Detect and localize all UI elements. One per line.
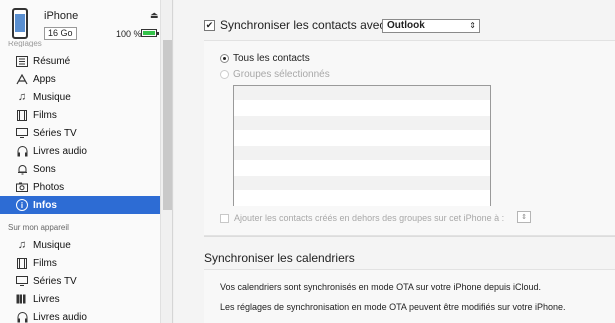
- sidebar-item-device-series-tv[interactable]: Séries TV: [0, 272, 160, 290]
- sidebar-scrollbar[interactable]: [160, 0, 172, 323]
- on-device-heading: Sur mon appareil: [8, 223, 69, 232]
- film-icon: [16, 257, 28, 269]
- camera-icon: [16, 181, 28, 193]
- list-item: [234, 131, 490, 146]
- sidebar-item-musique[interactable]: ♫ Musique: [0, 88, 160, 106]
- sidebar-item-device-livres-audio[interactable]: Livres audio: [0, 308, 160, 323]
- scrollbar-thumb[interactable]: [163, 40, 172, 210]
- battery-percent: 100 %: [116, 29, 142, 39]
- list-item: [234, 101, 490, 116]
- add-contacts-row: Ajouter les contacts créés en dehors des…: [220, 213, 504, 223]
- radio-selected-groups-label: Groupes sélectionnés: [233, 69, 330, 80]
- sidebar: iPhone ⏏ 16 Go 100 % Réglages Résumé App…: [0, 0, 173, 323]
- radio-all-contacts-label: Tous les contacts: [233, 53, 310, 64]
- list-item: [234, 161, 490, 176]
- battery-fill: [143, 31, 155, 35]
- sidebar-item-label: Photos: [33, 181, 65, 193]
- music-icon: ♫: [17, 91, 27, 103]
- sync-contacts-label: Synchroniser les contacts avec: [220, 18, 386, 32]
- audiobook-icon: [16, 311, 28, 323]
- apps-icon: [16, 73, 28, 85]
- calendars-section-title: Synchroniser les calendriers: [204, 251, 355, 265]
- sidebar-item-label: Livres audio: [33, 145, 87, 157]
- sync-contacts-row: ✔ Synchroniser les contacts avec: [204, 18, 385, 32]
- add-contacts-label: Ajouter les contacts créés en dehors des…: [234, 213, 505, 223]
- tv-icon: [16, 275, 28, 287]
- radio-selected-groups-row[interactable]: Groupes sélectionnés: [220, 69, 330, 80]
- iphone-icon: [12, 8, 28, 39]
- sidebar-item-sons[interactable]: Sons: [0, 160, 160, 178]
- eject-icon[interactable]: ⏏: [150, 10, 159, 21]
- sidebar-item-device-films[interactable]: Films: [0, 254, 160, 272]
- contacts-source-select[interactable]: Outlook ⇕: [382, 19, 480, 33]
- sidebar-item-apps[interactable]: Apps: [0, 70, 160, 88]
- battery-icon: [141, 29, 159, 37]
- sidebar-item-label: Apps: [33, 73, 56, 85]
- contacts-options-panel: Tous les contacts Groupes sélectionnés A…: [204, 40, 615, 236]
- on-device-nav: ♫ Musique Films Séries TV Livres Livres …: [0, 236, 160, 323]
- sidebar-item-films[interactable]: Films: [0, 106, 160, 124]
- sidebar-item-label: Séries TV: [33, 127, 77, 139]
- groups-list[interactable]: [233, 85, 491, 206]
- sidebar-item-label: Résumé: [33, 55, 71, 67]
- settings-nav: Résumé Apps ♫ Musique Films Séries TV Li…: [0, 52, 160, 214]
- sidebar-item-label: Livres audio: [33, 311, 87, 323]
- sidebar-item-label: Films: [33, 109, 57, 121]
- film-icon: [16, 109, 28, 121]
- sidebar-item-label: Films: [33, 257, 57, 269]
- tv-icon: [16, 127, 28, 139]
- sidebar-item-infos[interactable]: i Infos: [0, 196, 160, 214]
- capacity-badge: 16 Go: [44, 27, 77, 40]
- radio-selected-groups[interactable]: [220, 70, 229, 79]
- add-contacts-checkbox[interactable]: [220, 213, 229, 223]
- book-icon: [16, 293, 28, 305]
- list-item: [234, 86, 490, 101]
- radio-all-contacts[interactable]: [220, 54, 229, 63]
- radio-all-contacts-row[interactable]: Tous les contacts: [220, 53, 310, 64]
- sidebar-item-photos[interactable]: Photos: [0, 178, 160, 196]
- device-header[interactable]: iPhone ⏏ 16 Go 100 %: [0, 0, 160, 44]
- list-item: [234, 116, 490, 131]
- calendars-info-line-2: Les réglages de synchronisation en mode …: [220, 302, 566, 312]
- sidebar-item-label: Livres: [33, 293, 60, 305]
- sidebar-item-label: Séries TV: [33, 275, 77, 287]
- sidebar-item-series-tv[interactable]: Séries TV: [0, 124, 160, 142]
- sidebar-item-resume[interactable]: Résumé: [0, 52, 160, 70]
- list-item: [234, 191, 490, 206]
- calendars-panel: Vos calendriers sont synchronisés en mod…: [204, 269, 615, 323]
- info-icon: i: [16, 199, 28, 211]
- summary-icon: [16, 55, 28, 67]
- section-divider: [204, 236, 615, 237]
- sidebar-item-livres-audio[interactable]: Livres audio: [0, 142, 160, 160]
- sidebar-item-label: Musique: [33, 91, 71, 103]
- sidebar-item-label: Infos: [33, 199, 57, 211]
- audiobook-icon: [16, 145, 28, 157]
- contacts-source-value: Outlook: [387, 20, 425, 31]
- device-name: iPhone: [44, 10, 79, 22]
- sync-contacts-checkbox[interactable]: ✔: [204, 19, 215, 31]
- chevron-down-icon: ⇕: [469, 21, 476, 30]
- list-item: [234, 176, 490, 191]
- sidebar-item-device-musique[interactable]: ♫ Musique: [0, 236, 160, 254]
- bell-icon: [16, 163, 28, 175]
- list-item: [234, 146, 490, 161]
- music-icon: ♫: [17, 239, 27, 251]
- sidebar-item-label: Sons: [33, 163, 56, 175]
- sidebar-item-label: Musique: [33, 239, 71, 251]
- settings-heading: Réglages: [8, 41, 42, 47]
- calendars-info-line-1: Vos calendriers sont synchronisés en mod…: [220, 282, 542, 292]
- group-target-select[interactable]: ⇕: [517, 211, 531, 223]
- main-content: ✔ Synchroniser les contacts avec Outlook…: [174, 0, 615, 323]
- sidebar-item-device-livres[interactable]: Livres: [0, 290, 160, 308]
